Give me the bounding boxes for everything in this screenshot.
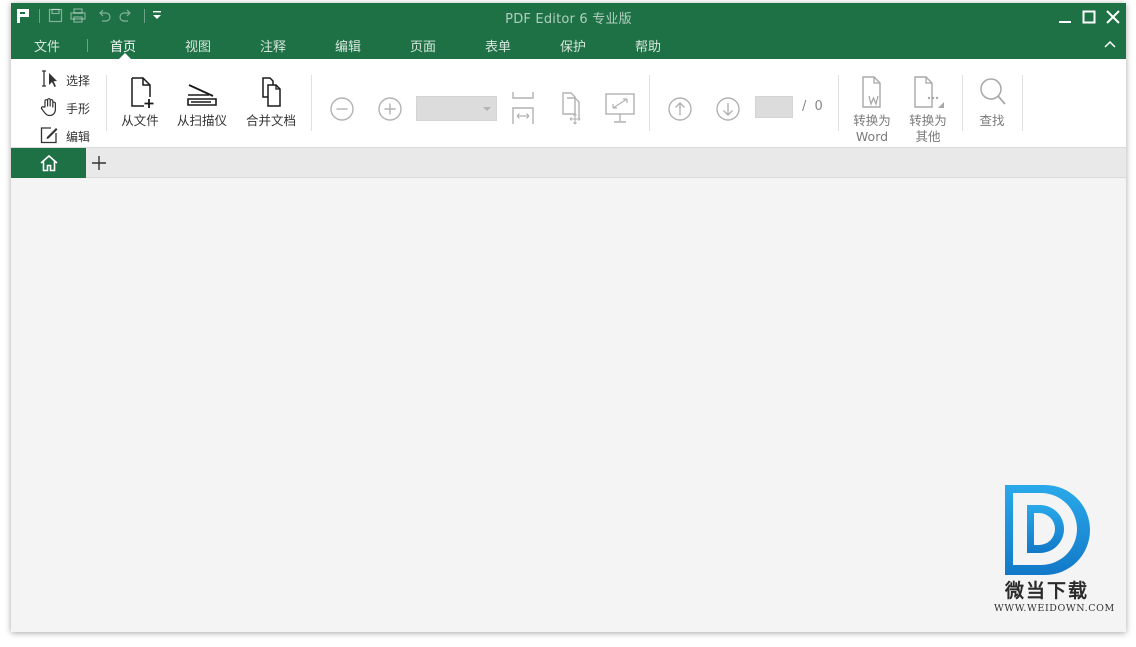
ribbon-separator (1022, 75, 1023, 131)
hand-tool-button[interactable]: 手形 (39, 97, 99, 117)
ribbon-separator (106, 75, 107, 131)
from-scanner-button[interactable]: 从扫描仪 (174, 75, 230, 129)
convert-to-other-label-line1: 转换为 (909, 113, 947, 128)
from-file-button[interactable]: 从文件 (119, 75, 161, 129)
menu-view[interactable]: 视图 (185, 36, 211, 55)
find-button[interactable]: 查找 (974, 75, 1010, 129)
menu-form[interactable]: 表单 (485, 36, 511, 55)
ribbon-separator (962, 75, 963, 131)
previous-page-icon[interactable] (666, 95, 694, 123)
close-button[interactable] (1104, 8, 1122, 26)
menu-file[interactable]: 文件 (34, 36, 60, 55)
minimize-button[interactable] (1056, 8, 1074, 26)
hand-icon (40, 98, 56, 117)
hand-tool-label: 手形 (66, 102, 91, 116)
page-number-input[interactable] (755, 96, 793, 118)
page-count: / 0 (802, 99, 825, 114)
new-file-icon (131, 77, 154, 108)
select-tool-label: 选择 (66, 74, 91, 88)
chevron-down-icon (483, 107, 491, 111)
zoom-level-select[interactable] (416, 96, 497, 121)
convert-to-other-button[interactable]: 转换为 其他 (905, 75, 951, 145)
menu-page[interactable]: 页面 (410, 36, 436, 55)
menu-comment[interactable]: 注释 (260, 36, 286, 55)
app-window: PDF Editor 6 专业版 文件 首页 视图 注释 编辑 页面 表单 保护… (11, 3, 1126, 632)
edit-tool-button[interactable]: 编辑 (39, 125, 99, 145)
combine-files-label: 合并文档 (245, 113, 296, 128)
move-page-icon[interactable] (557, 90, 587, 126)
from-scanner-label: 从扫描仪 (176, 113, 227, 128)
ribbon-separator (311, 75, 312, 131)
fullscreen-icon[interactable] (604, 91, 636, 125)
convert-to-other-label-line2: 其他 (915, 129, 941, 144)
select-cursor-icon (42, 70, 57, 87)
next-page-icon[interactable] (714, 95, 742, 123)
word-document-icon (862, 76, 881, 108)
menu-separator (87, 39, 88, 52)
ribbon-separator (649, 75, 650, 131)
document-workspace (11, 178, 1126, 632)
home-icon (40, 154, 58, 172)
menu-help[interactable]: 帮助 (635, 36, 661, 55)
add-tab-icon[interactable] (90, 154, 108, 172)
maximize-button[interactable] (1080, 8, 1098, 26)
watermark-url: WWW.WEIDOWN.COM (994, 603, 1115, 614)
fit-width-icon[interactable] (508, 90, 538, 126)
convert-to-word-label-line1: 转换为 (853, 113, 891, 128)
edit-tool-label: 编辑 (66, 130, 91, 144)
select-tool-button[interactable]: 选择 (39, 69, 99, 89)
combine-files-button[interactable]: 合并文档 (243, 75, 299, 129)
menu-edit[interactable]: 编辑 (335, 36, 361, 55)
watermark-name: 微当下载 (1005, 580, 1090, 602)
from-file-label: 从文件 (121, 113, 159, 128)
collapse-ribbon-icon[interactable] (1103, 38, 1117, 50)
zoom-out-icon[interactable] (328, 95, 356, 123)
title-bar: PDF Editor 6 专业版 (11, 3, 1126, 30)
search-icon (980, 78, 1006, 105)
zoom-in-icon[interactable] (376, 95, 404, 123)
convert-to-word-button[interactable]: 转换为 Word (849, 75, 895, 145)
find-label: 查找 (979, 113, 1005, 128)
ribbon-separator (838, 75, 839, 131)
menu-protect[interactable]: 保护 (560, 36, 586, 55)
other-format-icon (914, 76, 944, 108)
edit-pencil-icon (40, 127, 58, 144)
document-tab-bar (11, 148, 1126, 178)
combine-files-icon (262, 77, 281, 107)
scanner-icon (187, 84, 217, 106)
menu-bar: 文件 首页 视图 注释 编辑 页面 表单 保护 帮助 (11, 30, 1126, 59)
home-tab[interactable] (11, 148, 86, 178)
window-title: PDF Editor 6 专业版 (505, 12, 632, 27)
ribbon-toolbar: 选择 手形 编辑 从文件 从扫描仪 合并文档 / 0 转换为 Word 转换为 … (11, 59, 1126, 148)
convert-to-word-label-line2: Word (855, 129, 889, 144)
